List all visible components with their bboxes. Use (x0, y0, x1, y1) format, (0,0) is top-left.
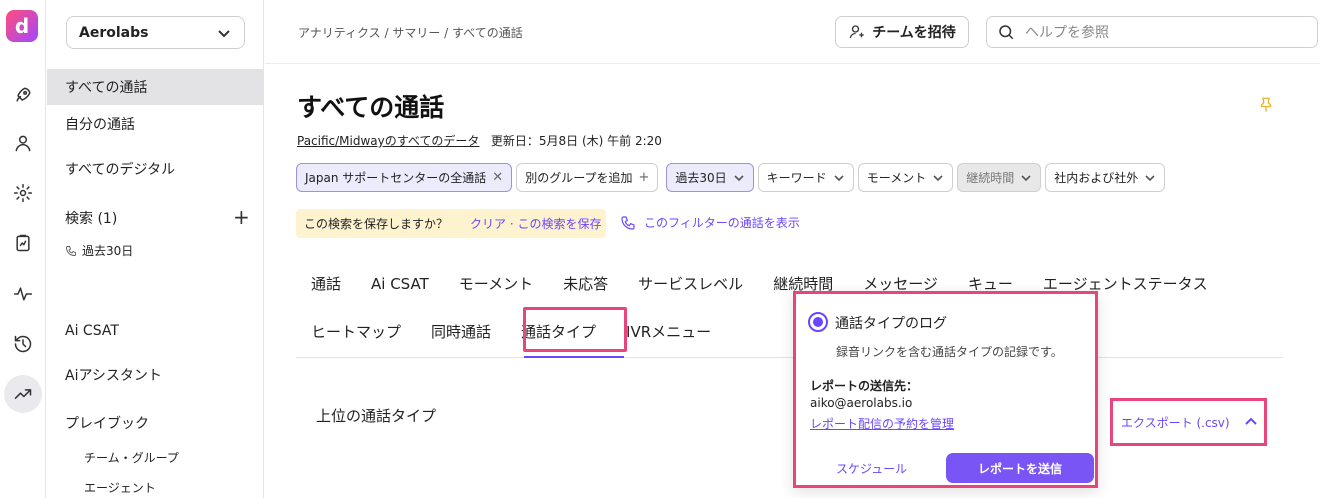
sidebar-item-ai-csat[interactable]: Ai CSAT (47, 313, 264, 349)
phone-icon (621, 215, 635, 230)
export-csv-label: エクスポート (.csv) (1121, 415, 1230, 430)
section-title: 上位の通話タイプ (316, 407, 437, 425)
scope-filter-chip[interactable]: 社内および社外 (1045, 163, 1166, 192)
sidebar-subitem-team-group[interactable]: チーム・グループ (84, 449, 179, 466)
app: d Aerolabs すべての通話 自分の通話 すべてのデジタル 検索 (1) … (0, 0, 1320, 498)
rocket-icon[interactable] (8, 80, 38, 110)
popup-title: 通話タイプのログ (835, 316, 947, 332)
data-source-link[interactable]: Pacific/Midwayのすべてのデータ (297, 134, 479, 148)
chevron-down-icon (932, 172, 944, 184)
org-selector[interactable]: Aerolabs (66, 16, 245, 49)
invite-team-label: チームを招待 (872, 25, 956, 41)
history-icon[interactable] (8, 329, 38, 359)
duration-filter-label: 継続時間 (966, 171, 1015, 185)
save-search-banner: この検索を保存しますか？ クリア · この検索を保存 (296, 209, 606, 238)
moment-filter-chip[interactable]: モーメント (857, 163, 954, 192)
tab-service-level[interactable]: サービスレベル (623, 269, 758, 299)
chevron-down-icon (216, 25, 232, 41)
tabs-divider (296, 357, 1283, 358)
save-search-question: この検索を保存しますか？ (304, 217, 449, 231)
add-group-chip[interactable]: 別のグループを追加 + (516, 163, 659, 192)
search-section-label: 検索 (1) (65, 211, 118, 227)
moment-filter-label: モーメント (866, 171, 927, 185)
group-filter-label: Japan サポートセンターの全通話 (305, 171, 487, 185)
manage-schedule-link[interactable]: レポート配信の予約を管理 (810, 415, 954, 432)
keyword-filter-label: キーワード (766, 171, 827, 185)
saved-search-item[interactable]: 過去30日 (65, 242, 133, 259)
show-filter-calls-label: このフィルターの通話を表示 (644, 216, 800, 230)
keyword-filter-chip[interactable]: キーワード (757, 163, 854, 192)
recipient-email: aiko@aerolabs.io (810, 396, 913, 410)
plus-icon: + (638, 170, 650, 185)
user-icon[interactable] (8, 128, 38, 158)
chevron-up-icon (1244, 417, 1257, 425)
highlight-active-tab (523, 307, 627, 352)
tab-calls[interactable]: 通話 (296, 269, 356, 299)
date-filter-label: 過去30日 (675, 171, 727, 185)
call-type-log-radio[interactable] (808, 312, 828, 332)
top-bar: アナリティクス / サマリー / すべての通話 チームを招待 ヘルプを参照 (265, 0, 1320, 64)
duration-filter-chip[interactable]: 継続時間 (957, 163, 1042, 192)
report-tabs-row-2: ヒートマップ 同時通話 通話タイプ IVRメニュー (296, 317, 726, 347)
tab-unanswered[interactable]: 未応答 (548, 269, 623, 299)
trend-icon[interactable] (4, 375, 42, 413)
help-search-input[interactable]: ヘルプを参照 (986, 16, 1318, 48)
search-icon (999, 25, 1014, 40)
sidebar-item-ai-assistant[interactable]: Aiアシスタント (47, 357, 264, 393)
chevron-down-icon (1144, 172, 1156, 184)
sidebar-subitem-agent[interactable]: エージェント (84, 479, 156, 496)
save-search-action[interactable]: クリア · この検索を保存 (470, 215, 601, 232)
close-icon[interactable]: ✕ (492, 170, 503, 185)
send-report-button[interactable]: レポートを送信 (946, 453, 1094, 483)
export-popup: 通話タイプのログ 録音リンクを含む通話タイプの記録です。 レポートの送信先： a… (793, 291, 1098, 488)
filter-bar: Japan サポートセンターの全通話 ✕ 別のグループを追加 + 過去30日 キ… (296, 163, 1166, 193)
sidebar-item-all-digital[interactable]: すべてのデジタル (47, 151, 264, 187)
updated-timestamp: 更新日：5月8日 (木) 午前 2:20 (490, 134, 662, 148)
group-filter-chip[interactable]: Japan サポートセンターの全通話 ✕ (296, 163, 513, 192)
scope-filter-label: 社内および社外 (1054, 171, 1139, 185)
gear-icon[interactable] (8, 178, 38, 208)
invite-team-button[interactable]: チームを招待 (835, 16, 969, 48)
phone-icon (66, 245, 76, 256)
page-title: すべての通話 (297, 93, 445, 122)
app-logo[interactable]: d (6, 10, 38, 42)
sidebar-item-all-calls[interactable]: すべての通話 (47, 69, 264, 105)
export-csv-button[interactable]: エクスポート (.csv) (1110, 398, 1267, 446)
add-group-label: 別のグループを追加 (525, 171, 633, 185)
help-search-placeholder: ヘルプを参照 (1025, 25, 1109, 41)
clipboard-icon[interactable] (8, 228, 38, 258)
chevron-down-icon (1020, 172, 1032, 184)
tab-moments[interactable]: モーメント (444, 269, 548, 299)
chevron-down-icon (833, 172, 845, 184)
pin-icon[interactable] (1257, 96, 1275, 114)
breadcrumb: アナリティクス / サマリー / すべての通話 (298, 26, 523, 40)
add-user-icon (849, 25, 864, 39)
tab-heatmap[interactable]: ヒートマップ (296, 317, 416, 347)
pulse-icon[interactable] (8, 279, 38, 309)
popup-description: 録音リンクを含む通話タイプの記録です。 (836, 345, 1063, 359)
saved-search-label: 過去30日 (82, 244, 134, 258)
org-name: Aerolabs (79, 24, 149, 41)
tab-concurrent-calls[interactable]: 同時通話 (416, 317, 506, 347)
sidebar-item-my-calls[interactable]: 自分の通話 (47, 106, 264, 142)
tab-ivr-menu[interactable]: IVRメニュー (611, 317, 726, 347)
schedule-button[interactable]: スケジュール (836, 460, 907, 477)
sidebar: Aerolabs すべての通話 自分の通話 すべてのデジタル 検索 (1) + … (47, 0, 264, 498)
send-to-label: レポートの送信先： (810, 379, 919, 393)
icon-rail: d (0, 0, 46, 498)
add-search-button[interactable]: + (233, 207, 250, 227)
page-meta: Pacific/Midwayのすべてのデータ 更新日：5月8日 (木) 午前 2… (297, 132, 662, 149)
chevron-down-icon (733, 172, 745, 184)
sidebar-item-playbook[interactable]: プレイブック (47, 405, 264, 441)
active-tab-indicator (524, 356, 624, 358)
show-filter-calls-link[interactable]: このフィルターの通話を表示 (620, 214, 800, 231)
tab-ai-csat[interactable]: Ai CSAT (356, 269, 444, 299)
date-filter-chip[interactable]: 過去30日 (666, 163, 754, 192)
